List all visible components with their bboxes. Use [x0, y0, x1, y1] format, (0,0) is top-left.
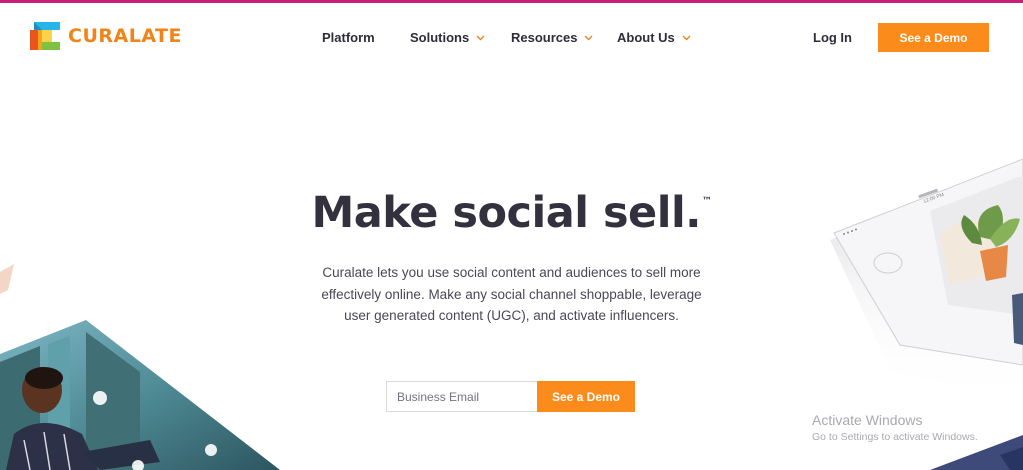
nav-item-solutions[interactable]: Solutions [410, 30, 485, 45]
nav-item-resources[interactable]: Resources [511, 30, 593, 45]
chevron-down-icon [476, 35, 485, 40]
curalate-logo-icon [30, 22, 60, 50]
chevron-down-icon [682, 35, 691, 40]
demo-request-form: See a Demo [386, 381, 635, 412]
brand-logo[interactable]: CURALATE [30, 22, 182, 50]
activation-title: Activate Windows [812, 412, 923, 428]
nav-item-label: About Us [617, 30, 675, 45]
see-demo-header-button[interactable]: See a Demo [878, 23, 989, 52]
hero-headline: Make social sell.™ [0, 188, 1023, 238]
top-accent-bar [0, 0, 1023, 3]
business-email-input[interactable] [386, 381, 537, 412]
nav-item-label: Solutions [410, 30, 470, 45]
hero-description: Curalate lets you use social content and… [321, 265, 702, 323]
brand-name: CURALATE [68, 25, 182, 47]
activation-subtitle: Go to Settings to activate Windows. [812, 431, 978, 443]
social-photo-left-image [0, 264, 280, 470]
nav-item-label: Resources [511, 30, 578, 45]
windows-activation-watermark: Activate Windows Go to Settings to activ… [812, 412, 978, 443]
nav-item-platform[interactable]: Platform [322, 30, 375, 45]
hero-headline-text: Make social sell. [311, 188, 702, 238]
see-demo-form-button[interactable]: See a Demo [537, 381, 635, 412]
trademark-symbol: ™ [702, 196, 712, 207]
login-link[interactable]: Log In [813, 30, 852, 45]
nav-item-label: Platform [322, 30, 375, 45]
nav-item-about-us[interactable]: About Us [617, 30, 691, 45]
chevron-down-icon [584, 35, 593, 40]
